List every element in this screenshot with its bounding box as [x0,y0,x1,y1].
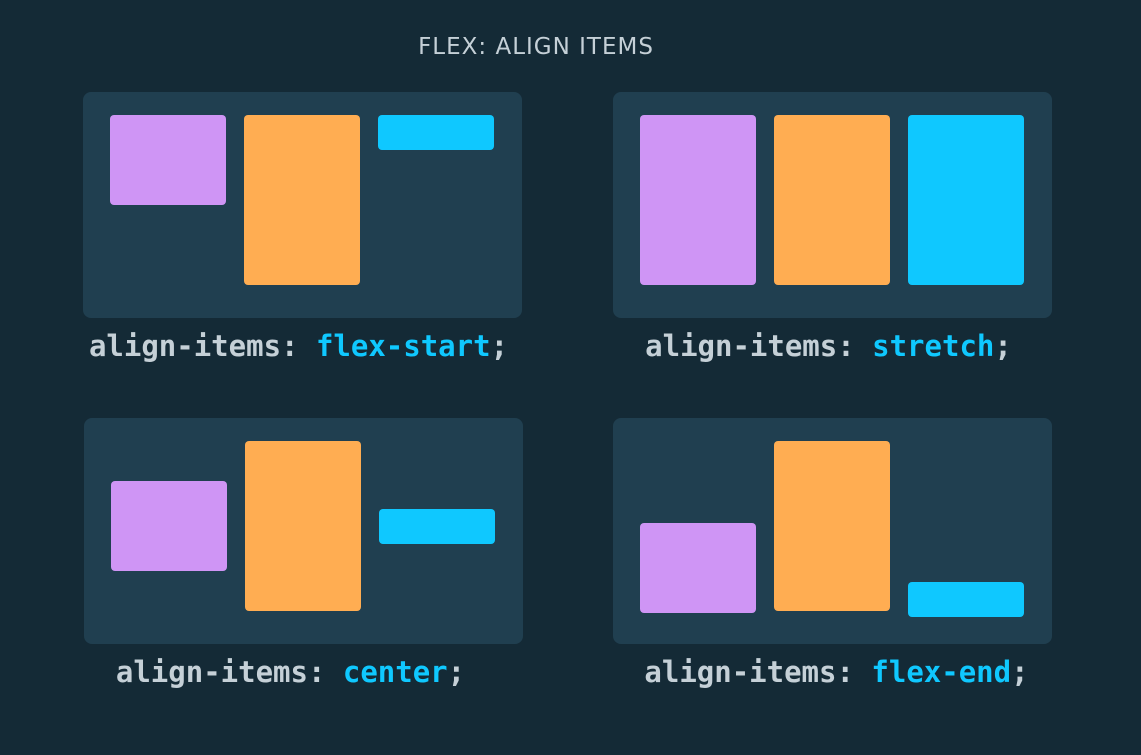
caption-value: center [342,655,448,689]
caption-semicolon: ; [447,655,466,689]
caption-center: align-items: center; [71,655,510,689]
item-3 [908,582,1024,617]
item-1 [110,115,226,205]
item-1 [640,115,756,285]
caption-property: align-items: [115,655,326,689]
caption-flex-end: align-items: flex-end; [617,655,1056,689]
panel-flex-start [83,92,522,318]
panel-flex-end [613,418,1052,644]
caption-semicolon: ; [490,329,509,363]
diagram-title: FLEX: ALIGN ITEMS [418,34,654,60]
caption-flex-start: align-items: flex-start; [79,329,518,363]
item-2 [774,441,890,611]
caption-property: align-items: [645,329,855,363]
item-3 [908,115,1024,285]
item-1 [640,523,756,613]
item-2 [245,441,361,611]
panel-stretch [613,92,1052,318]
caption-value: flex-start [315,329,491,363]
panel-center [84,418,523,644]
caption-semicolon: ; [994,329,1012,363]
item-2 [774,115,890,285]
item-2 [244,115,360,285]
caption-value: flex-end [871,655,1012,689]
item-3 [378,115,494,150]
caption-property: align-items: [644,655,854,689]
item-1 [111,481,227,571]
caption-property: align-items: [88,329,299,363]
caption-value: stretch [872,329,995,363]
item-3 [379,509,495,544]
caption-stretch: align-items: stretch; [609,329,1048,363]
caption-semicolon: ; [1011,655,1029,689]
